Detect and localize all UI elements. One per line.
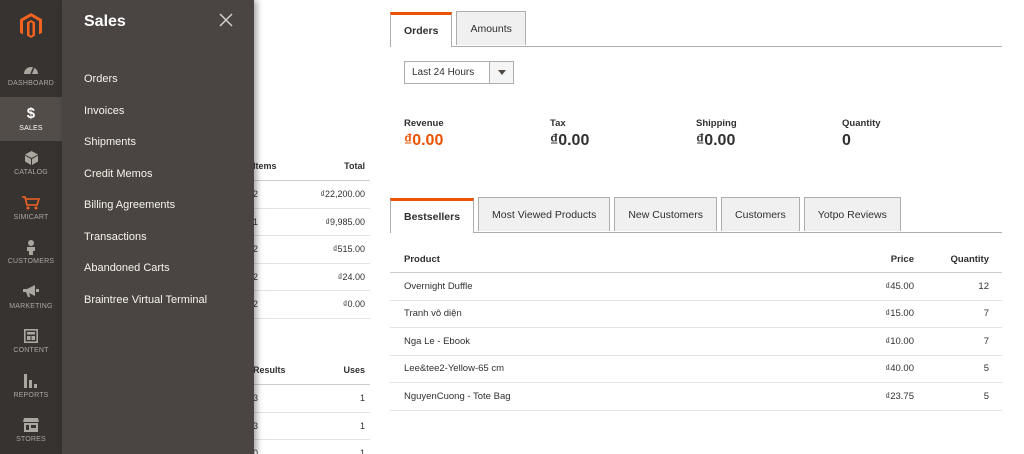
header-results: Results (253, 364, 286, 375)
total-value: 0 (842, 132, 851, 149)
menu-item-label: SIMICART (13, 213, 49, 221)
table-row[interactable]: Tranh vô diện ₫15.00 7 (390, 301, 1002, 328)
table-row[interactable]: 31 (250, 385, 370, 413)
cube-icon (21, 150, 41, 166)
total-value: ₫0.00 (404, 132, 444, 149)
submenu-item-orders[interactable]: Orders (84, 64, 207, 96)
menu-item-simicart[interactable]: SIMICART (0, 186, 62, 231)
menu-item-dashboard[interactable]: DASHBOARD (0, 52, 62, 97)
period-select-value: Last 24 Hours (412, 67, 475, 78)
menu-item-label: REPORTS (13, 391, 49, 399)
table-row[interactable]: 2 ₫24.00 (250, 264, 370, 291)
last-orders-table: Items Total 2 ₫22,200.00 1 ₫9,985.00 2 ₫515… (250, 151, 370, 319)
sales-submenu: Sales Orders Invoices Shipments Credit M… (62, 0, 254, 454)
header-uses: Uses (343, 364, 365, 375)
header-total: Total (344, 160, 365, 171)
table-row[interactable]: Nga Le - Ebook ₫10.00 7 (390, 328, 1002, 356)
menu-item-label: CATALOG (14, 169, 48, 177)
submenu-item-braintree-virtual-terminal[interactable]: Braintree Virtual Terminal (84, 285, 207, 317)
table-row[interactable]: 01 (250, 440, 370, 454)
menu-item-reports[interactable]: REPORTS (0, 364, 62, 409)
layout-icon (21, 328, 41, 344)
dollar-icon: $ (21, 104, 41, 122)
submenu-item-transactions[interactable]: Transactions (84, 222, 207, 254)
tab-new-customers[interactable]: New Customers (614, 197, 718, 231)
cart-icon (21, 195, 41, 211)
table-row[interactable]: Overnight Duffle ₫45.00 12 (390, 273, 1002, 301)
table-row[interactable]: Lee&tee2-Yellow-65 cm ₫40.00 5 (390, 356, 1002, 383)
table-row[interactable]: 1 ₫9,985.00 (250, 209, 370, 236)
header-quantity: Quantity (950, 253, 989, 265)
last-search-terms-table: Results Uses 31 31 01 (250, 355, 370, 454)
close-icon[interactable] (218, 12, 234, 28)
tab-yotpo-reviews[interactable]: Yotpo Reviews (803, 197, 901, 231)
table-row[interactable]: 2 ₫0.00 (250, 291, 370, 319)
grid-tabs: Bestsellers Most Viewed Products New Cus… (390, 197, 1002, 233)
menu-item-stores[interactable]: STORES (0, 408, 62, 453)
bar-chart-icon (21, 373, 41, 389)
total-label: Tax (550, 118, 566, 129)
total-shipping: Shipping ₫0.00 (696, 118, 842, 150)
menu-item-marketing[interactable]: MARKETING (0, 275, 62, 320)
bestsellers-grid: Product Price Quantity Overnight Duffle … (390, 246, 1002, 411)
menu-item-label: CONTENT (13, 347, 49, 355)
total-label: Quantity (842, 118, 881, 129)
submenu-item-billing-agreements[interactable]: Billing Agreements (84, 190, 207, 222)
tab-customers[interactable]: Customers (721, 197, 800, 231)
table-row[interactable]: 31 (250, 413, 370, 440)
store-icon (21, 417, 41, 433)
menu-item-catalog[interactable]: CATALOG (0, 141, 62, 186)
dollar-symbol: $ (26, 104, 36, 122)
admin-menu: DASHBOARD $ SALES CATALOG SIMICART CUSTO… (0, 0, 62, 454)
total-revenue: Revenue ₫0.00 (404, 118, 550, 150)
total-value: ₫0.00 (696, 132, 736, 149)
tab-bestsellers[interactable]: Bestsellers (390, 198, 475, 233)
menu-item-content[interactable]: CONTENT (0, 319, 62, 364)
tab-most-viewed-products[interactable]: Most Viewed Products (478, 197, 611, 231)
submenu-item-invoices[interactable]: Invoices (84, 96, 207, 128)
header-items: Items (253, 160, 277, 171)
menu-item-sales[interactable]: $ SALES (0, 96, 62, 141)
total-label: Revenue (404, 118, 444, 129)
table-row[interactable]: 2 ₫22,200.00 (250, 181, 370, 209)
chart-tabs: Orders Amounts (390, 11, 1002, 47)
menu-item-customers[interactable]: CUSTOMERS (0, 230, 62, 275)
megaphone-icon (21, 284, 41, 300)
submenu-item-credit-memos[interactable]: Credit Memos (84, 159, 207, 191)
table-header: Results Uses (250, 355, 370, 385)
submenu-list: Orders Invoices Shipments Credit Memos B… (84, 64, 207, 316)
tab-amounts[interactable]: Amounts (456, 11, 526, 45)
menu-item-label: CUSTOMERS (7, 258, 55, 266)
table-row[interactable]: NguyenCuong - Tote Bag ₫23.75 5 (390, 383, 1002, 411)
table-header: Items Total (250, 151, 370, 181)
header-price: Price (890, 253, 914, 265)
total-value: ₫0.00 (550, 132, 590, 149)
submenu-item-abandoned-carts[interactable]: Abandoned Carts (84, 253, 207, 285)
menu-item-label: SALES (19, 124, 43, 132)
total-label: Shipping (696, 118, 737, 129)
table-row[interactable]: 2 ₫515.00 (250, 236, 370, 264)
person-icon (21, 239, 41, 255)
dashboard-totals: Revenue ₫0.00 Tax ₫0.00 Shipping ₫0.00 Q… (404, 118, 988, 150)
total-quantity: Quantity 0 (842, 118, 988, 150)
grid-header: Product Price Quantity (390, 246, 1002, 273)
chevron-down-icon[interactable] (489, 62, 513, 83)
menu-item-label: MARKETING (9, 302, 53, 310)
total-tax: Tax ₫0.00 (550, 118, 696, 150)
magento-logo-icon[interactable] (0, 0, 62, 52)
menu-item-label: DASHBOARD (7, 80, 55, 88)
submenu-title: Sales (84, 13, 126, 30)
header-product: Product (404, 253, 440, 265)
menu-item-label: STORES (16, 436, 46, 444)
period-select[interactable]: Last 24 Hours (404, 61, 514, 84)
tab-orders[interactable]: Orders (390, 12, 453, 47)
submenu-item-shipments[interactable]: Shipments (84, 127, 207, 159)
dashboard-icon (21, 61, 41, 77)
